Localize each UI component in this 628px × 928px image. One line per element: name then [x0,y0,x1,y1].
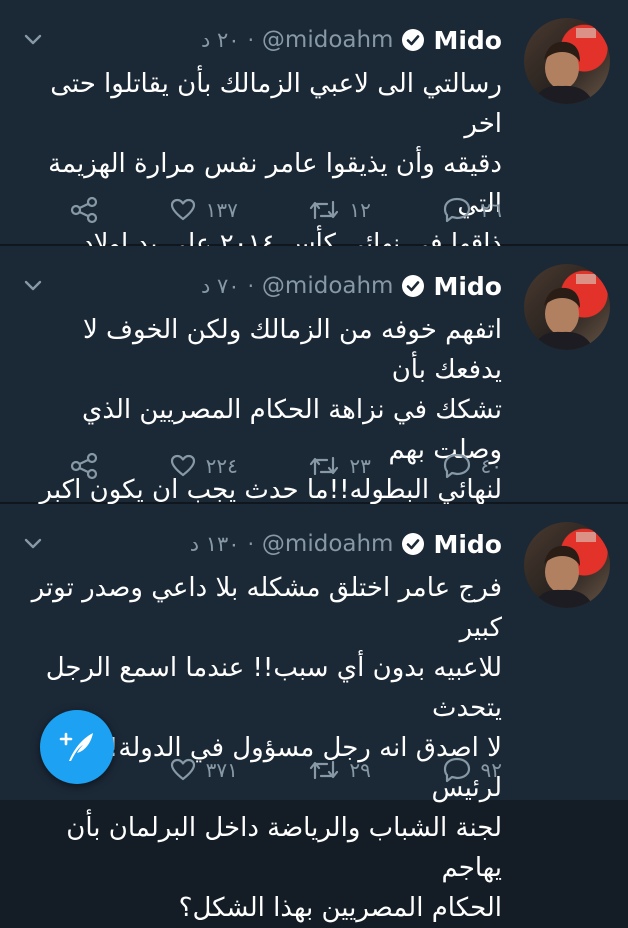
retweet-button[interactable]: ٢٣ [309,454,371,478]
tweet-handle[interactable]: @midoahm [262,273,394,299]
retweet-icon [310,456,339,476]
tweet-handle[interactable]: @midoahm [262,531,394,557]
chevron-down-icon[interactable] [22,532,44,554]
reply-icon [443,197,470,223]
reply-icon [443,757,470,783]
separator-dot: · [247,532,254,556]
verified-icon [402,533,425,555]
tweet-time: ١٣٠ د [189,532,240,556]
retweet-icon [310,200,339,220]
like-button[interactable]: ٢٢٤ [170,454,238,478]
tweet-actions: ٢٢٤ ٢٣ ٤٠ [70,446,502,486]
share-icon [70,452,98,480]
like-button[interactable]: ٣٧١ [170,758,238,782]
share-button[interactable] [70,196,98,224]
like-icon [170,758,195,781]
avatar[interactable] [524,264,610,350]
tweet-card[interactable]: ٢٠ د · @midoahm Mido رسالتي الى لاعبي ال… [0,0,628,299]
reply-count: ٩٢ [480,758,502,782]
share-button[interactable] [70,452,98,480]
tweet-author-name[interactable]: Mido [433,530,502,559]
reply-button[interactable]: ٢٦ [443,197,502,223]
tweet-card[interactable]: ٧٠ د · @midoahm Mido اتفهم خوفه من الزما… [0,246,628,625]
retweet-icon [310,760,339,780]
tweet-time: ٢٠ د [200,28,240,52]
separator-dot: · [247,28,254,52]
like-icon [170,454,195,477]
reply-count: ٤٠ [480,454,502,478]
tweet-author-name[interactable]: Mido [433,272,502,301]
tweet-actions: ١٣٧ ١٢ ٢٦ [70,190,502,230]
compose-tweet-button[interactable] [40,710,114,784]
tweet-header: ١٣٠ د · @midoahm Mido [190,526,502,562]
tweet-time: ٧٠ د [200,274,240,298]
tweet-author-name[interactable]: Mido [433,26,502,55]
retweet-button[interactable]: ١٢ [309,198,371,222]
tweet-header: ٧٠ د · @midoahm Mido [201,268,502,304]
reply-count: ٢٦ [480,198,502,222]
like-count: ٢٢٤ [205,454,238,478]
compose-tweet-icon [59,732,93,761]
avatar[interactable] [524,522,610,608]
reply-icon [443,453,470,479]
retweet-count: ١٢ [349,198,371,222]
tweet-header: ٢٠ د · @midoahm Mido [201,22,502,58]
retweet-button[interactable]: ٢٩ [309,758,371,782]
retweet-count: ٢٩ [349,758,371,782]
chevron-down-icon[interactable] [22,274,44,296]
tweet-actions: ٣٧١ ٢٩ ٩٢ [70,750,502,790]
like-count: ٣٧١ [205,758,238,782]
like-count: ١٣٧ [205,198,238,222]
verified-icon [402,29,425,51]
separator-dot: · [247,274,254,298]
verified-icon [402,275,425,297]
chevron-down-icon[interactable] [22,28,44,50]
reply-button[interactable]: ٩٢ [443,757,502,783]
share-icon [70,196,98,224]
retweet-count: ٢٣ [349,454,371,478]
like-icon [170,198,195,221]
avatar[interactable] [524,18,610,104]
tweet-handle[interactable]: @midoahm [262,27,394,53]
reply-button[interactable]: ٤٠ [443,453,502,479]
like-button[interactable]: ١٣٧ [170,198,238,222]
